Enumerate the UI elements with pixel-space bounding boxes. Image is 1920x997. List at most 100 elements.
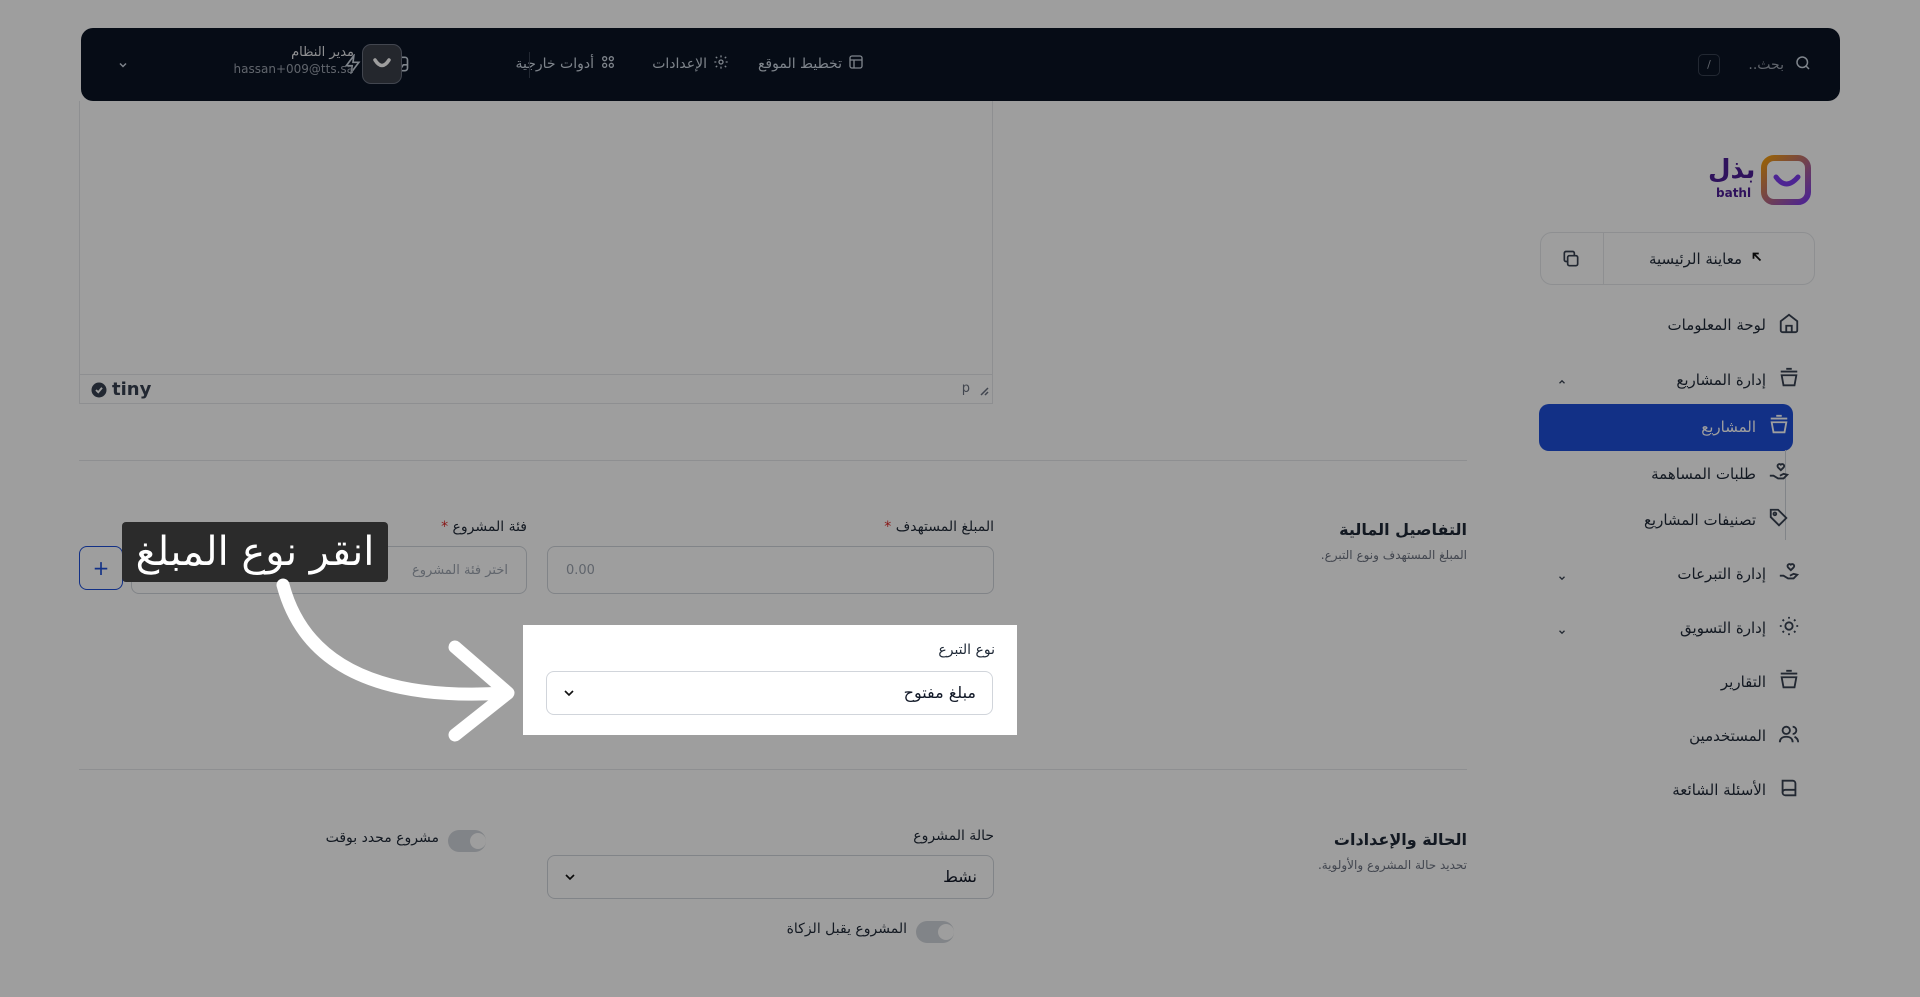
required-mark: *: [441, 519, 449, 535]
tiny-icon: [91, 382, 107, 397]
sidebar-item-contribution-requests[interactable]: طلبات المساهمة: [1651, 462, 1790, 486]
sidebar-item-label: المستخدمين: [1689, 727, 1766, 745]
sidebar-item-reports[interactable]: التقارير: [1720, 669, 1800, 695]
sidebar-item-faq[interactable]: الأسئلة الشائعة: [1672, 778, 1800, 802]
editor-statusbar: tiny p: [79, 374, 993, 404]
donation-type-spotlight: نوع التبرع مبلغ مفتوح: [523, 625, 1017, 735]
tutorial-callout: انقر نوع المبلغ: [122, 522, 388, 582]
hand-heart-icon: [1778, 561, 1800, 587]
search-bar[interactable]: بحث..: [1748, 54, 1812, 76]
grid-icon: [600, 54, 616, 74]
chevron-down-icon: [561, 685, 577, 705]
preview-card-divider: [1603, 233, 1604, 284]
sidebar-item-label: تصنيفات المشاريع: [1643, 511, 1756, 529]
chevron-up-icon[interactable]: [1557, 372, 1567, 391]
nav-link-label: تخطيط الموقع: [757, 56, 842, 72]
donation-type-value: مبلغ مفتوح: [903, 683, 976, 702]
layout-icon: [848, 54, 864, 74]
nav-link-label: الإعدادات: [652, 56, 707, 72]
timed-project-label: مشروع محدد بوقت: [325, 830, 439, 846]
section-divider: [79, 460, 1467, 461]
home-preview-card: معاينة الرئيسية: [1540, 232, 1815, 285]
financial-section-subtitle: المبلغ المستهدف ونوع التبرع.: [1320, 548, 1467, 562]
sidebar-item-users[interactable]: المستخدمين: [1689, 724, 1800, 748]
user-info[interactable]: مدير النظام hassan+009@tts.sa: [230, 45, 354, 76]
add-category-button[interactable]: +: [79, 546, 123, 590]
target-amount-input[interactable]: 0.00: [547, 546, 994, 594]
gear-icon: [713, 54, 729, 74]
user-name: مدير النظام: [291, 45, 354, 60]
nav-link-label: أدوات خارجية: [515, 56, 594, 72]
chevron-down-icon[interactable]: [117, 56, 129, 75]
target-amount-placeholder: 0.00: [566, 562, 595, 578]
sidebar-item-label: التقارير: [1720, 673, 1766, 691]
nav-link-site-layout[interactable]: تخطيط الموقع: [758, 54, 864, 74]
sidebar-item-projects[interactable]: المشاريع: [1701, 414, 1790, 440]
home-preview-link[interactable]: معاينة الرئيسية: [1649, 250, 1764, 268]
section-divider: [79, 769, 1467, 770]
rich-text-editor[interactable]: [79, 101, 993, 404]
sidebar-item-label: لوحة المعلومات: [1667, 316, 1767, 334]
resize-handle-icon[interactable]: [977, 381, 989, 400]
target-amount-label-text: المبلغ المستهدف: [895, 519, 994, 535]
sun-icon: [1778, 615, 1800, 641]
box-icon: [1778, 367, 1800, 393]
tutorial-arrow-icon: [276, 578, 515, 742]
avatar-logo-icon: [373, 58, 391, 68]
status-section-title: الحالة والإعدادات: [1333, 830, 1467, 849]
hand-heart-icon: [1768, 461, 1790, 487]
logo-latin-text: bathl: [1716, 186, 1752, 200]
search-icon: [1794, 54, 1812, 76]
sidebar-item-label: الأسئلة الشائعة: [1672, 781, 1766, 799]
sidebar-item-label: إدارة التسويق: [1680, 619, 1766, 637]
copy-icon[interactable]: [1561, 249, 1581, 273]
chevron-down-icon[interactable]: [1557, 622, 1567, 641]
sidebar-item-dashboard[interactable]: لوحة المعلومات: [1668, 313, 1801, 337]
financial-section-title: التفاصيل المالية: [1339, 520, 1467, 539]
home-preview-label: معاينة الرئيسية: [1648, 250, 1742, 268]
required-mark: *: [884, 519, 892, 535]
sidebar-item-project-categories[interactable]: تصنيفات المشاريع: [1644, 508, 1790, 532]
sidebar-item-label: إدارة المشاريع: [1676, 371, 1766, 389]
search-placeholder: بحث..: [1748, 57, 1784, 73]
tiny-logo[interactable]: tiny: [90, 379, 151, 400]
nav-link-settings[interactable]: الإعدادات: [652, 54, 729, 74]
chevron-down-icon[interactable]: [1557, 568, 1567, 587]
sidebar-item-donations-management[interactable]: إدارة التبرعات: [1677, 562, 1800, 586]
project-category-label-text: فئة المشروع: [452, 519, 527, 535]
accepts-zakat-toggle[interactable]: [916, 921, 954, 943]
logo-text: بذل: [1708, 155, 1756, 185]
box-icon: [1768, 414, 1790, 440]
arrow-up-left-icon: [1750, 250, 1764, 268]
help-icon: [1778, 777, 1800, 803]
topbar-divider: [529, 52, 530, 78]
user-email: hassan+009@tts.sa: [233, 62, 354, 76]
chevron-down-icon: [562, 869, 578, 889]
users-icon: [1778, 723, 1800, 749]
nav-link-external-tools[interactable]: أدوات خارجية: [516, 54, 616, 74]
donation-type-select[interactable]: مبلغ مفتوح: [546, 671, 993, 715]
search-shortcut-key: /: [1698, 54, 1720, 76]
project-status-value: نشط: [943, 867, 977, 886]
project-status-select[interactable]: نشط: [547, 855, 994, 899]
sidebar-item-marketing-management[interactable]: إدارة التسويق: [1680, 616, 1800, 640]
top-navbar: بحث.. / تخطيط الموقع الإعدادات أدوات خار…: [81, 28, 1840, 101]
status-section-subtitle: تحديد حالة المشروع والأولوية.: [1317, 858, 1467, 872]
timed-project-toggle[interactable]: [448, 830, 486, 852]
project-category-label: فئة المشروع *: [441, 519, 527, 535]
avatar[interactable]: [362, 44, 402, 84]
sidebar-item-label: طلبات المساهمة: [1651, 465, 1756, 483]
sidebar-item-label: المشاريع: [1701, 418, 1756, 436]
plus-icon: +: [92, 556, 110, 580]
box-icon: [1778, 669, 1800, 695]
element-path[interactable]: p: [962, 381, 970, 396]
donation-type-label: نوع التبرع: [938, 642, 995, 658]
home-icon: [1778, 312, 1800, 338]
sidebar-item-projects-management[interactable]: إدارة المشاريع: [1676, 367, 1800, 393]
target-amount-label: المبلغ المستهدف *: [884, 519, 994, 535]
tag-icon: [1768, 507, 1790, 533]
brand-logo[interactable]: بذل bathl: [1706, 155, 1812, 205]
project-status-label: حالة المشروع: [913, 828, 994, 844]
sidebar-item-label: إدارة التبرعات: [1677, 565, 1766, 583]
tiny-brand-text: tiny: [112, 379, 152, 400]
